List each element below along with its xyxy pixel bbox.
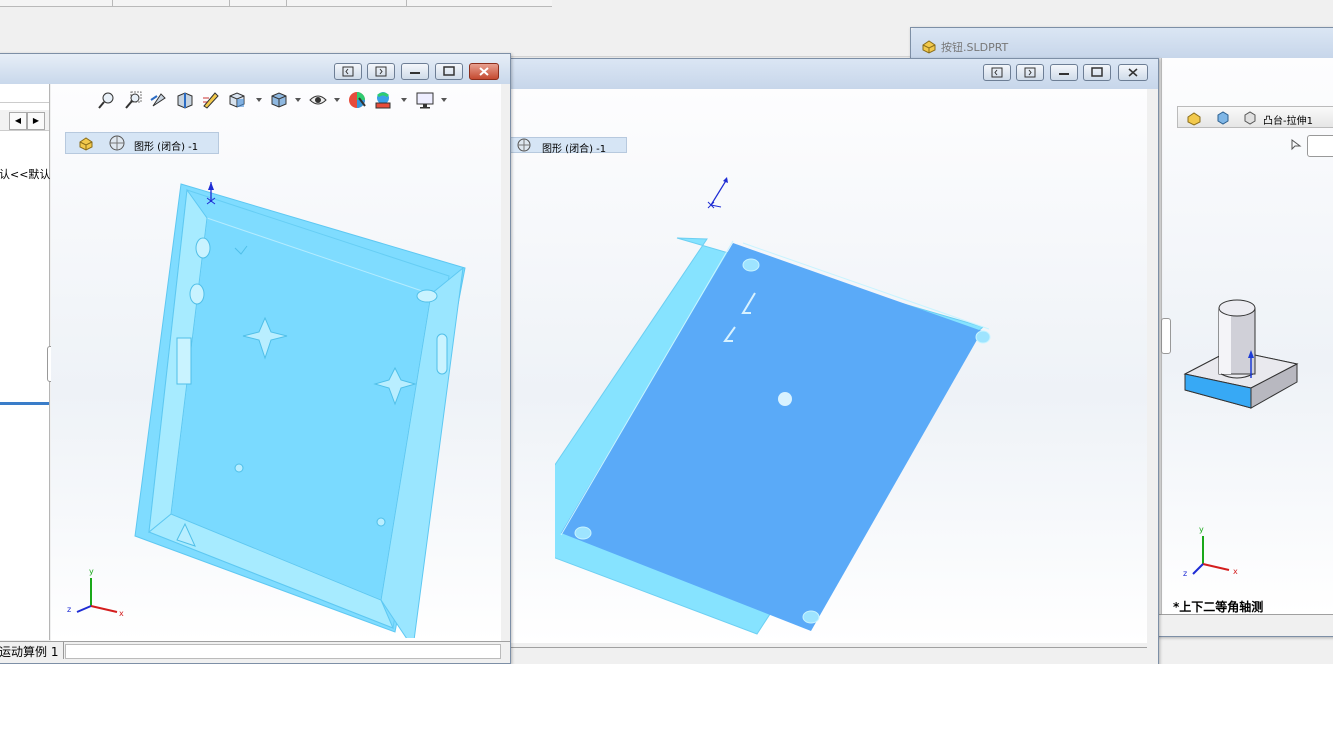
- hide-show-icon[interactable]: [308, 90, 328, 110]
- apply-scene-icon[interactable]: [373, 90, 393, 110]
- section-view-icon[interactable]: [175, 90, 195, 110]
- minimize-button[interactable]: [401, 63, 429, 80]
- left-breadcrumb-label: 图形 (闭合) -1: [134, 142, 199, 153]
- svg-text:x: x: [119, 609, 124, 618]
- scroll-right-button[interactable]: ▶: [27, 112, 45, 130]
- left-axis-triad: y x z: [67, 567, 124, 618]
- view-orientation-dropdown-icon[interactable]: [256, 98, 262, 102]
- bottom-workspace: [0, 664, 1333, 754]
- zoom-area-icon[interactable]: [123, 90, 143, 110]
- middle-breadcrumb-label: 图形 (闭合) -1: [542, 144, 607, 155]
- panel-selection-line: [0, 402, 49, 405]
- feature-manager-panel[interactable]: ◀ ▶ 认<<默认: [0, 84, 50, 640]
- motion-study-label: 运动算例 1: [0, 645, 59, 659]
- pointer-icon[interactable]: [1289, 138, 1303, 155]
- close-button[interactable]: [469, 63, 499, 80]
- part-file-icon: [921, 38, 937, 57]
- edit-appearance-icon[interactable]: [347, 90, 367, 110]
- right-axis-triad: y x z: [1183, 525, 1238, 578]
- left-document-window[interactable]: ◀ ▶ 认<<默认 图形 (闭合) -1 y x z 运动算例 1: [0, 53, 511, 664]
- zoom-to-fit-icon[interactable]: [97, 90, 117, 110]
- solid-body-icon: [1215, 110, 1231, 129]
- display-style-dropdown-icon[interactable]: [295, 98, 301, 102]
- part-icon: [1186, 110, 1202, 129]
- property-box[interactable]: [1307, 135, 1333, 157]
- close-button[interactable]: [1118, 64, 1148, 81]
- right-window-title: 按钮.SLDPRT: [941, 41, 1009, 54]
- tile-left-button[interactable]: [334, 63, 362, 80]
- middle-breadcrumb[interactable]: 图形 (闭合) -1: [509, 137, 627, 155]
- enclosure-bottom-model[interactable]: [555, 229, 1005, 649]
- right-breadcrumb-label: 凸台-拉伸1: [1263, 116, 1313, 127]
- view-settings-icon[interactable]: [415, 90, 435, 110]
- view-orientation-icon[interactable]: [227, 90, 247, 110]
- svg-text:z: z: [67, 605, 71, 614]
- motion-study-tab[interactable]: 运动算例 1: [0, 642, 64, 659]
- tile-right-button[interactable]: [367, 63, 395, 80]
- tile-right-button[interactable]: [1016, 64, 1044, 81]
- middle-reference-triad: [707, 177, 728, 209]
- background-window-strip: [0, 0, 552, 7]
- view-settings-dropdown-icon[interactable]: [441, 98, 447, 102]
- status-field: [65, 644, 501, 659]
- right-view-orientation-label: *上下二等角轴测: [1173, 600, 1264, 614]
- feature-icon: [1242, 110, 1258, 129]
- strip-separator: [286, 0, 287, 6]
- apply-scene-dropdown-icon[interactable]: [401, 98, 407, 102]
- strip-separator: [112, 0, 113, 6]
- display-style-icon[interactable]: [269, 90, 289, 110]
- scroll-left-button[interactable]: ◀: [9, 112, 27, 130]
- minimize-button[interactable]: [1050, 64, 1078, 81]
- right-breadcrumb[interactable]: 凸台-拉伸1: [1177, 106, 1333, 128]
- left-graphics-area[interactable]: 图形 (闭合) -1 y x z: [51, 84, 501, 641]
- right-splitter-handle[interactable]: [1161, 318, 1171, 354]
- enclosure-top-model[interactable]: [131, 168, 471, 638]
- boss-extrude-model[interactable]: [1181, 298, 1301, 418]
- maximize-button[interactable]: [435, 63, 463, 80]
- svg-text:y: y: [89, 567, 94, 576]
- display-pane-icon: [108, 135, 126, 154]
- display-pane-icon: [516, 138, 532, 155]
- right-window-titlebar[interactable]: 按钮.SLDPRT: [911, 28, 1333, 58]
- previous-view-icon[interactable]: [149, 90, 169, 110]
- strip-separator: [406, 0, 407, 6]
- hide-show-dropdown-icon[interactable]: [334, 98, 340, 102]
- tile-left-button[interactable]: [983, 64, 1011, 81]
- maximize-button[interactable]: [1083, 64, 1111, 81]
- svg-text:z: z: [1183, 569, 1187, 578]
- left-breadcrumb[interactable]: 图形 (闭合) -1: [65, 132, 219, 154]
- part-icon: [78, 135, 96, 154]
- dynamic-annotation-icon[interactable]: [201, 90, 221, 110]
- svg-text:x: x: [1233, 567, 1238, 576]
- right-status-bar: [1159, 614, 1333, 633]
- left-status-bar: 运动算例 1: [0, 641, 510, 660]
- right-graphics-area[interactable]: 凸台-拉伸1 y x z *上下二等角轴测: [1161, 58, 1333, 614]
- strip-separator: [229, 0, 230, 6]
- svg-text:y: y: [1199, 525, 1204, 534]
- left-window-titlebar[interactable]: [0, 54, 510, 84]
- panel-tab-strip[interactable]: [0, 90, 49, 103]
- middle-graphics-area[interactable]: 图形 (闭合) -1: [507, 89, 1147, 643]
- configuration-label[interactable]: 认<<默认: [0, 166, 50, 182]
